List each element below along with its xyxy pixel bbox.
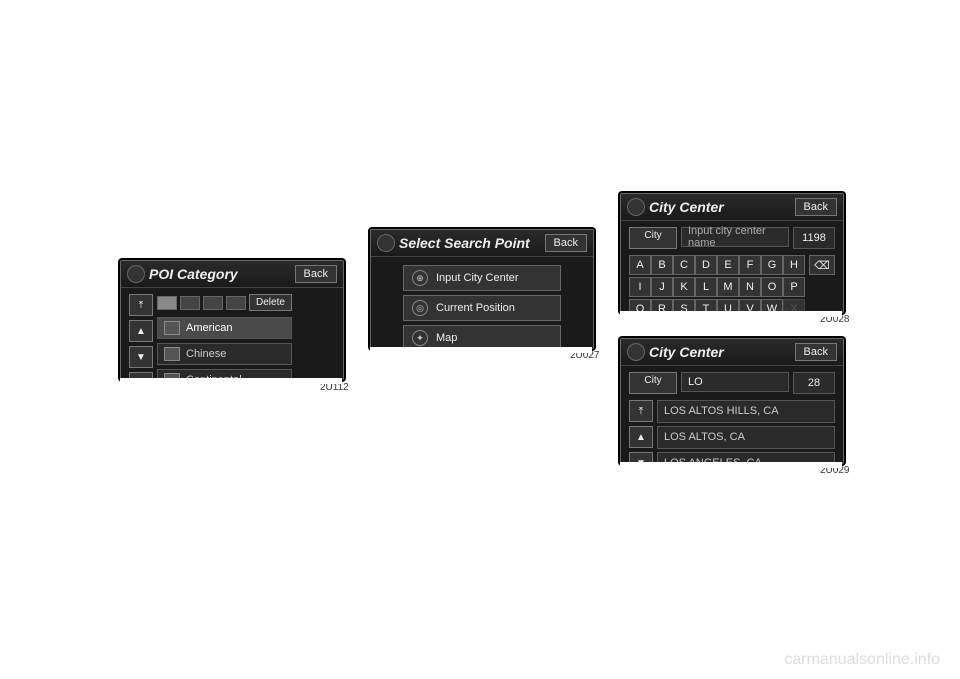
result-count: 28: [793, 372, 835, 394]
target-icon: ⊕: [412, 270, 428, 286]
key-e[interactable]: E: [717, 255, 739, 275]
key-k[interactable]: K: [673, 277, 695, 297]
nav-icon: [627, 343, 645, 361]
key-b[interactable]: B: [651, 255, 673, 275]
city-button[interactable]: City: [629, 372, 677, 394]
key-h[interactable]: H: [783, 255, 805, 275]
nav-icon: [127, 265, 145, 283]
back-button[interactable]: Back: [795, 343, 837, 361]
list-item[interactable]: American: [157, 317, 292, 339]
scroll-nav: ⤒ ▲ ▼ ⤓: [629, 400, 653, 464]
button-label: Current Position: [436, 302, 515, 314]
tab[interactable]: [226, 296, 246, 310]
restaurant-icon: [164, 321, 180, 335]
button-label: Map: [436, 332, 457, 344]
delete-button[interactable]: Delete: [249, 294, 292, 311]
key-m[interactable]: M: [717, 277, 739, 297]
screen-city-center-list: City Center Back City LO 28 ⤒ ▲ ▼ ⤓ LOS …: [620, 338, 844, 464]
city-name-input[interactable]: LO: [681, 372, 789, 392]
screen-select-search-point: Select Search Point Back ⊕ Input City Ce…: [370, 229, 594, 349]
title-text: City Center: [649, 199, 724, 215]
title-text: Select Search Point: [399, 235, 530, 251]
key-l[interactable]: L: [695, 277, 717, 297]
whitebar: [620, 311, 842, 317]
scroll-up-button[interactable]: ▲: [129, 320, 153, 342]
key-i[interactable]: I: [629, 277, 651, 297]
scroll-top-button[interactable]: ⤒: [129, 294, 153, 316]
back-button[interactable]: Back: [795, 198, 837, 216]
map-button[interactable]: ✦ Map: [403, 325, 561, 349]
page-title: Select Search Point: [377, 234, 530, 252]
city-name-input[interactable]: Input city center name: [681, 227, 789, 247]
city-button[interactable]: City: [629, 227, 677, 249]
tab[interactable]: [203, 296, 223, 310]
list-item-label: Chinese: [186, 348, 226, 360]
whitebar: [620, 462, 842, 468]
list-item[interactable]: LOS ALTOS HILLS, CA: [657, 400, 835, 423]
scroll-down-button[interactable]: ▼: [129, 346, 153, 368]
header: City Center Back: [621, 339, 843, 366]
screen-poi-category: POI Category Back ⤒ ▲ ▼ ⤓ Delete America…: [120, 260, 344, 380]
scroll-nav: ⤒ ▲ ▼ ⤓: [129, 294, 153, 380]
position-icon: ◎: [412, 300, 428, 316]
header: City Center Back: [621, 194, 843, 221]
back-button[interactable]: Back: [545, 234, 587, 252]
whitebar: [120, 378, 342, 384]
result-count: 1198: [793, 227, 835, 249]
restaurant-icon: [164, 347, 180, 361]
list-item[interactable]: Chinese: [157, 343, 292, 365]
nav-icon: [627, 198, 645, 216]
button-label: Input City Center: [436, 272, 519, 284]
list-item-label: LOS ALTOS HILLS, CA: [664, 405, 779, 417]
watermark: carmanualsonline.info: [784, 651, 940, 669]
category-tabs: Delete: [157, 294, 292, 311]
scroll-top-button[interactable]: ⤒: [629, 400, 653, 422]
current-position-button[interactable]: ◎ Current Position: [403, 295, 561, 321]
header: POI Category Back: [121, 261, 343, 288]
input-city-center-button[interactable]: ⊕ Input City Center: [403, 265, 561, 291]
page-title: City Center: [627, 198, 724, 216]
key-a[interactable]: A: [629, 255, 651, 275]
page-title: City Center: [627, 343, 724, 361]
map-icon: ✦: [412, 330, 428, 346]
screen-city-center-keyboard: City Center Back City Input city center …: [620, 193, 844, 313]
key-n[interactable]: N: [739, 277, 761, 297]
key-f[interactable]: F: [739, 255, 761, 275]
list-item-label: American: [186, 322, 232, 334]
whitebar: [370, 347, 592, 353]
tab[interactable]: [180, 296, 200, 310]
key-o[interactable]: O: [761, 277, 783, 297]
key-p[interactable]: P: [783, 277, 805, 297]
tab[interactable]: [157, 296, 177, 310]
scroll-up-button[interactable]: ▲: [629, 426, 653, 448]
key-d[interactable]: D: [695, 255, 717, 275]
key-c[interactable]: C: [673, 255, 695, 275]
key-g[interactable]: G: [761, 255, 783, 275]
key-j[interactable]: J: [651, 277, 673, 297]
title-text: POI Category: [149, 266, 238, 282]
backspace-button[interactable]: ⌫: [809, 255, 835, 275]
page-title: POI Category: [127, 265, 238, 283]
header: Select Search Point Back: [371, 230, 593, 257]
list-item-label: LOS ALTOS, CA: [664, 431, 745, 443]
nav-icon: [377, 234, 395, 252]
back-button[interactable]: Back: [295, 265, 337, 283]
keyboard: A B C D E F G H I J K L M N O P Q R S T: [629, 255, 803, 313]
list-item[interactable]: LOS ALTOS, CA: [657, 426, 835, 449]
title-text: City Center: [649, 344, 724, 360]
